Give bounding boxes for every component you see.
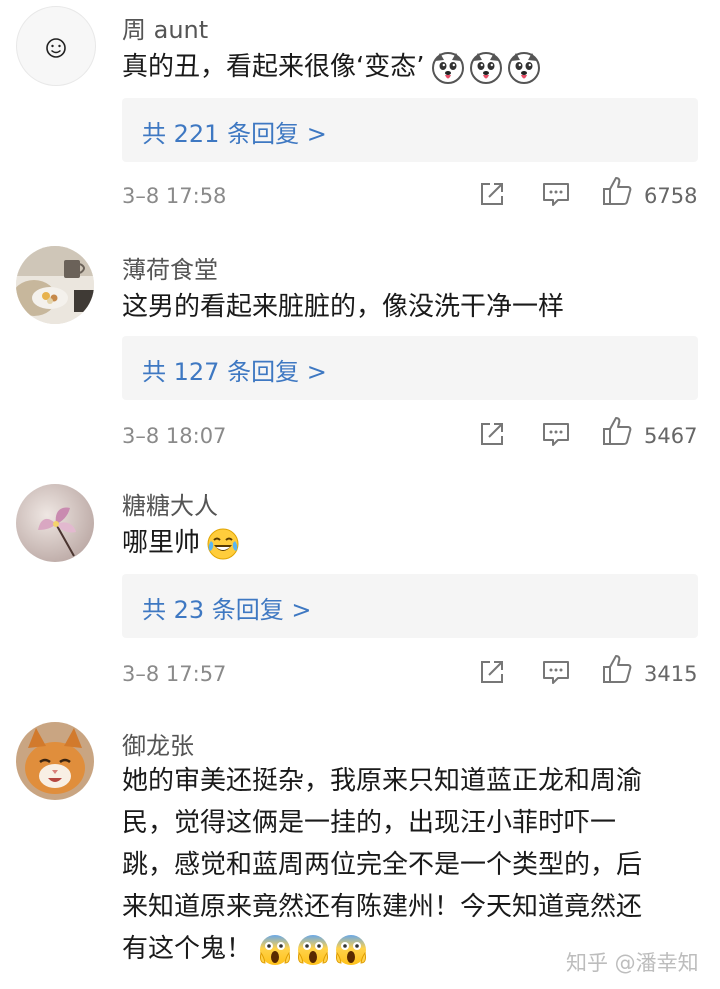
comment-meta: 3–8 18:07 5467 [122, 417, 702, 458]
husky-emoji [469, 51, 502, 84]
username[interactable]: 糖糖大人 [122, 486, 218, 521]
emoji-group [258, 933, 368, 967]
comment-text-content: 这男的看起来脏脏的，像没洗干净一样 [122, 292, 565, 322]
avatar[interactable] [16, 722, 94, 800]
thumbs-up-icon[interactable] [600, 652, 634, 686]
reply-count: 共 127 条回复 > [142, 358, 327, 386]
comment-meta: 3–8 17:58 6758 [122, 177, 702, 218]
comment-meta: 3–8 17:57 3415 [122, 655, 702, 696]
avatar[interactable] [16, 484, 94, 562]
watermark: 知乎 @潘幸知 [566, 951, 699, 975]
username[interactable]: 薄荷食堂 [122, 250, 218, 285]
share-icon[interactable] [476, 418, 508, 450]
husky-emoji [431, 51, 464, 84]
timestamp: 3–8 17:58 [122, 184, 227, 208]
comment-text: 她的审美还挺杂，我原来只知道蓝正龙和周渝 民，觉得这俩是一挂的，出现汪小菲时吓一… [122, 760, 702, 970]
comment-text: 真的丑，看起来很像‘变态’ [122, 46, 702, 88]
husky-emoji [507, 51, 540, 84]
reply-count: 共 23 条回复 > [142, 596, 312, 624]
comment-item: 薄荷食堂 这男的看起来脏脏的，像没洗干净一样 共 127 条回复 > 3–8 1… [0, 240, 720, 470]
like-count: 6758 [644, 184, 698, 208]
comment-icon[interactable] [540, 418, 572, 450]
thumbs-up-icon[interactable] [600, 414, 634, 448]
view-replies-button[interactable]: 共 127 条回复 > [122, 336, 698, 400]
avatar[interactable] [16, 6, 96, 86]
view-replies-button[interactable]: 共 23 条回复 > [122, 574, 698, 638]
timestamp: 3–8 17:57 [122, 662, 227, 686]
scream-emoji [298, 934, 329, 965]
avatar[interactable] [16, 246, 94, 324]
comment-text: 这男的看起来脏脏的，像没洗干净一样 [122, 286, 702, 328]
scream-emoji [336, 934, 367, 965]
comment-text-content: 哪里帅 [122, 528, 201, 558]
emoji-group [206, 527, 240, 561]
comment-text-line: 跳，感觉和蓝周两位完全不是一个类型的，后 [122, 850, 643, 880]
comment-item: 糖糖大人 哪里帅 共 23 条回复 > 3–8 17:57 3415 [0, 478, 720, 708]
thumbs-up-icon[interactable] [600, 174, 634, 208]
comment-text-line: 有这个鬼！ [122, 934, 253, 964]
comment-text-content: 真的丑，看起来很像‘变态’ [122, 52, 425, 82]
comment-text-line: 来知道原来竟然还有陈建州！今天知道竟然还 [122, 892, 643, 922]
share-icon[interactable] [476, 178, 508, 210]
comment-text-line: 民，觉得这俩是一挂的，出现汪小菲时吓一 [122, 808, 617, 838]
laugh-cry-emoji [207, 528, 239, 559]
like-count: 3415 [644, 662, 698, 686]
comment-icon[interactable] [540, 178, 572, 210]
comment-text: 哪里帅 [122, 522, 702, 564]
scream-emoji [260, 934, 291, 965]
comment-text-line: 她的审美还挺杂，我原来只知道蓝正龙和周渝 [122, 766, 643, 796]
like-count: 5467 [644, 424, 698, 448]
username[interactable]: 周 aunt [122, 10, 208, 45]
view-replies-button[interactable]: 共 221 条回复 > [122, 98, 698, 162]
comment-icon[interactable] [540, 656, 572, 688]
reply-count: 共 221 条回复 > [142, 120, 327, 148]
share-icon[interactable] [476, 656, 508, 688]
timestamp: 3–8 18:07 [122, 424, 227, 448]
username[interactable]: 御龙张 [122, 726, 194, 761]
comment-item: 周 aunt 真的丑，看起来很像‘变态’ 共 221 条回复 > 3–8 17:… [0, 0, 720, 230]
emoji-group [431, 51, 541, 85]
